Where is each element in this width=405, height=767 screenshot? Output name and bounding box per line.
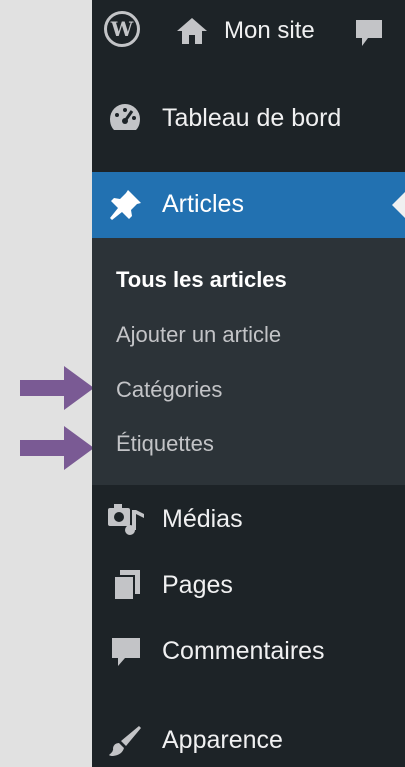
wordpress-logo-icon[interactable]: W	[104, 11, 140, 47]
menu-item-articles-label: Articles	[162, 190, 244, 218]
annotation-arrow-categories	[20, 366, 94, 410]
admin-bar: W Mon site	[92, 0, 405, 64]
pushpin-icon	[110, 190, 141, 220]
articles-submenu: Tous les articles Ajouter un article Cat…	[92, 238, 405, 485]
comments-bubble-icon[interactable]	[354, 18, 384, 48]
menu-item-dashboard[interactable]: Tableau de bord	[92, 88, 405, 148]
menu-item-medias-label: Médias	[162, 505, 243, 533]
menu-item-comments-label: Commentaires	[162, 637, 325, 665]
annotation-arrow-tags	[20, 426, 94, 470]
media-camera-icon	[108, 504, 144, 535]
menu-item-dashboard-label: Tableau de bord	[162, 104, 342, 132]
paintbrush-icon	[109, 726, 141, 756]
wordpress-logo-letter: W	[110, 17, 134, 41]
site-name-link[interactable]: Mon site	[224, 17, 315, 45]
submenu-add-article[interactable]: Ajouter un article	[116, 322, 281, 348]
menu-item-medias[interactable]: Médias	[92, 492, 405, 548]
pages-icon	[113, 570, 140, 601]
menu-item-appearance-label: Apparence	[162, 726, 283, 754]
comment-bubble-icon	[112, 638, 140, 666]
admin-sidebar: W Mon site Tableau de bord Articles Tous	[92, 0, 405, 767]
menu-item-articles[interactable]: Articles	[92, 172, 405, 238]
menu-item-pages[interactable]: Pages	[92, 558, 405, 614]
menu-item-pages-label: Pages	[162, 571, 233, 599]
dashboard-gauge-icon	[110, 104, 140, 130]
menu-item-comments[interactable]: Commentaires	[92, 624, 405, 680]
submenu-categories[interactable]: Catégories	[116, 377, 222, 403]
active-caret-icon	[392, 192, 405, 218]
home-icon[interactable]	[176, 17, 208, 45]
menu-item-appearance[interactable]: Apparence	[92, 712, 405, 767]
submenu-tags[interactable]: Étiquettes	[116, 431, 214, 457]
submenu-all-articles[interactable]: Tous les articles	[116, 267, 287, 293]
